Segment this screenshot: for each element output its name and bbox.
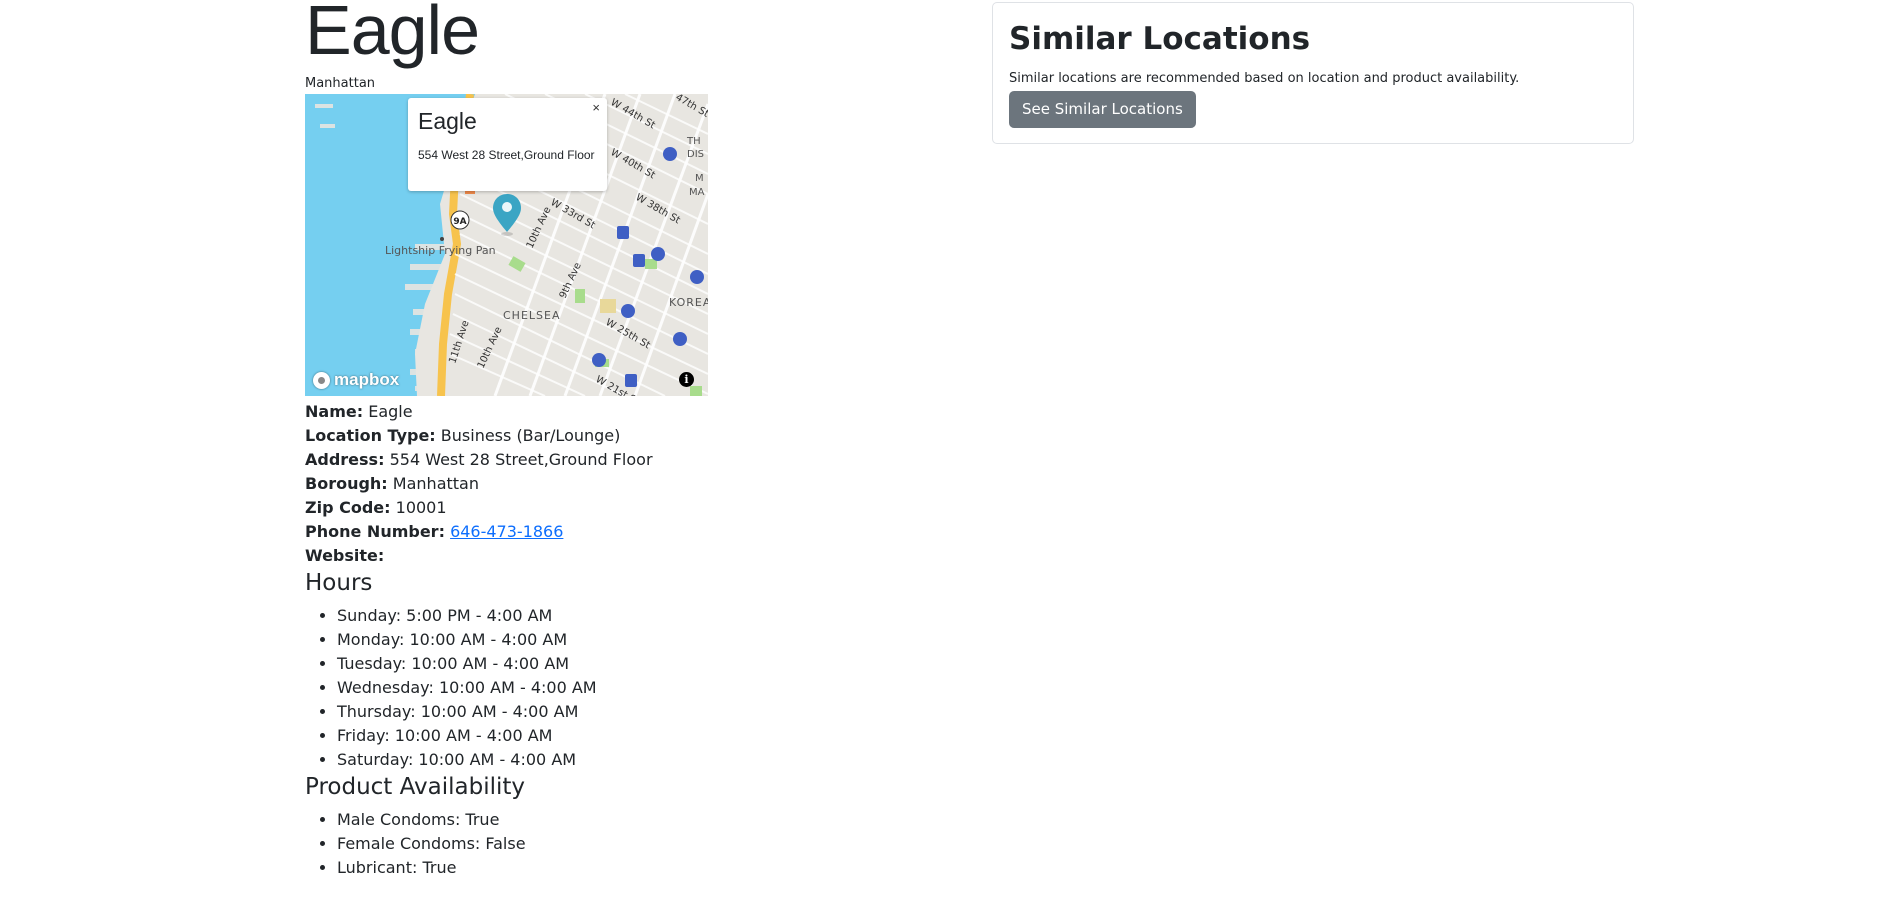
- list-item: Friday: 10:00 AM - 4:00 AM: [337, 724, 905, 748]
- map-label-lightship: Lightship Frying Pan: [385, 244, 496, 257]
- phone-link[interactable]: 646-473-1866: [450, 522, 563, 541]
- location-map[interactable]: 9A Lightship Frying Pan CHELSEA KOREA TH…: [305, 94, 708, 396]
- list-item: Saturday: 10:00 AM - 4:00 AM: [337, 748, 905, 772]
- detail-address-value: 554 West 28 Street,Ground Floor: [389, 450, 653, 469]
- detail-borough: Borough: Manhattan: [305, 472, 905, 496]
- detail-zip: Zip Code: 10001: [305, 496, 905, 520]
- hours-heading: Hours: [305, 570, 373, 596]
- detail-name-value: Eagle: [368, 402, 413, 421]
- detail-borough-value: Manhattan: [392, 474, 479, 493]
- mapbox-logo[interactable]: mapbox: [313, 370, 399, 390]
- list-item: Lubricant: True: [337, 856, 905, 880]
- list-item: Female Condoms: False: [337, 832, 905, 856]
- list-item: Thursday: 10:00 AM - 4:00 AM: [337, 700, 905, 724]
- detail-zip-label: Zip Code:: [305, 498, 391, 517]
- product-availability-heading: Product Availability: [305, 774, 526, 800]
- detail-zip-value: 10001: [395, 498, 447, 517]
- product-list: Male Condoms: True Female Condoms: False…: [305, 808, 905, 880]
- location-detail-column: Eagle Manhattan 9A Lightship Frying Pan …: [305, 0, 905, 880]
- map-popup: Eagle 554 West 28 Street,Ground Floor ×: [408, 98, 607, 191]
- info-icon[interactable]: i: [679, 372, 694, 387]
- map-label-w47: 47th St: [674, 94, 709, 120]
- detail-phone: Phone Number: 646-473-1866: [305, 520, 905, 544]
- map-label-chelsea: CHELSEA: [503, 309, 561, 322]
- popup-address: 554 West 28 Street,Ground Floor: [418, 148, 595, 162]
- see-similar-locations-button[interactable]: See Similar Locations: [1009, 91, 1196, 128]
- detail-address-label: Address:: [305, 450, 385, 469]
- page-title: Eagle: [305, 0, 480, 69]
- location-details: Name: Eagle Location Type: Business (Bar…: [305, 400, 905, 568]
- detail-borough-label: Borough:: [305, 474, 388, 493]
- map-label-m: M: [695, 173, 704, 184]
- list-item: Male Condoms: True: [337, 808, 905, 832]
- detail-phone-label: Phone Number:: [305, 522, 445, 541]
- hours-list: Sunday: 5:00 PM - 4:00 AM Monday: 10:00 …: [305, 604, 905, 772]
- similar-locations-description: Similar locations are recommended based …: [1009, 71, 1520, 86]
- similar-locations-title: Similar Locations: [1009, 21, 1311, 57]
- map-label-th: TH: [686, 136, 701, 147]
- detail-address: Address: 554 West 28 Street,Ground Floor: [305, 448, 905, 472]
- detail-website: Website:: [305, 544, 905, 568]
- detail-type-value: Business (Bar/Lounge): [440, 426, 621, 445]
- popup-close-button[interactable]: ×: [592, 100, 600, 115]
- mapbox-logo-icon: [313, 371, 330, 389]
- detail-location-type: Location Type: Business (Bar/Lounge): [305, 424, 905, 448]
- popup-title: Eagle: [418, 108, 477, 134]
- route-9a-label: 9A: [453, 217, 466, 227]
- list-item: Wednesday: 10:00 AM - 4:00 AM: [337, 676, 905, 700]
- map-label-ma: MA: [689, 187, 705, 198]
- detail-type-label: Location Type:: [305, 426, 436, 445]
- borough-subtitle: Manhattan: [305, 76, 376, 91]
- detail-name: Name: Eagle: [305, 400, 905, 424]
- list-item: Sunday: 5:00 PM - 4:00 AM: [337, 604, 905, 628]
- map-label-w44: W 44th St: [609, 97, 657, 131]
- map-label-dis: DIS: [687, 149, 704, 160]
- location-marker-icon: [493, 194, 521, 236]
- mapbox-logo-text: mapbox: [334, 370, 400, 389]
- similar-locations-card: Similar Locations Similar locations are …: [992, 2, 1634, 144]
- detail-website-label: Website:: [305, 546, 385, 565]
- list-item: Monday: 10:00 AM - 4:00 AM: [337, 628, 905, 652]
- map-label-korea: KOREA: [669, 296, 708, 309]
- detail-name-label: Name:: [305, 402, 364, 421]
- list-item: Tuesday: 10:00 AM - 4:00 AM: [337, 652, 905, 676]
